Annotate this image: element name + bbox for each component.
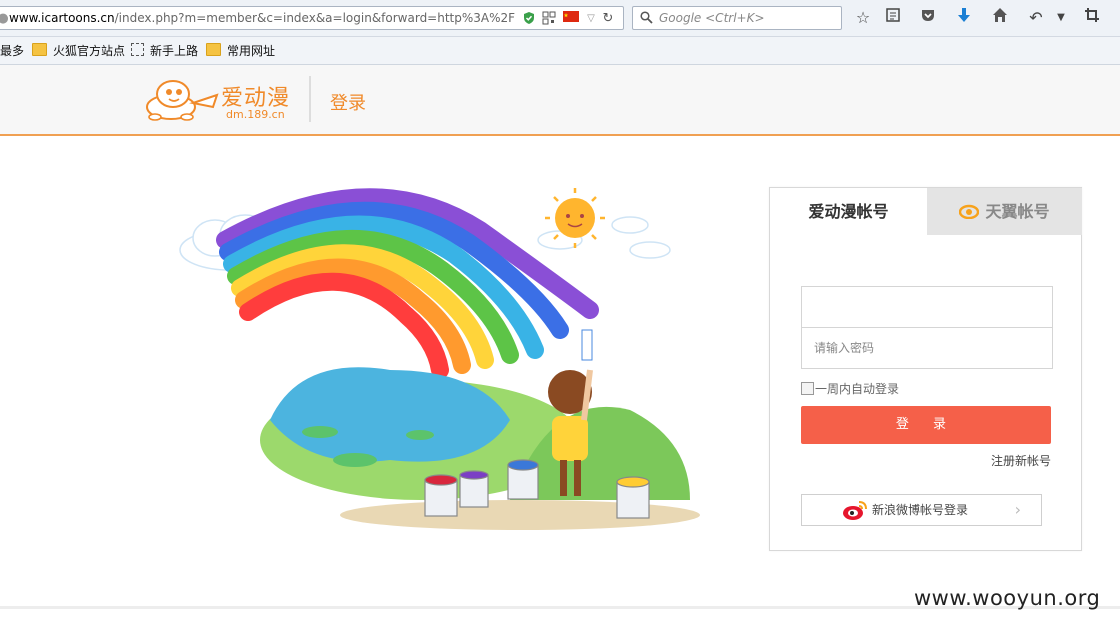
remember-checkbox[interactable] [801,382,814,395]
bookmark-label: 新手上路 [150,44,199,58]
tab-tianyi-account[interactable]: 天翼帐号 [927,188,1082,235]
password-field[interactable] [801,327,1053,369]
bookmark-most-visited[interactable]: 最多 [0,42,24,60]
weibo-login-label: 新浪微博帐号登录 [872,503,969,517]
site-header: 爱动漫 dm.189.cn 登录 [0,65,1120,136]
bookmark-getting-started[interactable]: 新手上路 [131,42,198,60]
tab-icartoons-account[interactable]: 爱动漫帐号 [770,188,927,235]
rainbow-illustration [179,188,700,530]
home-icon[interactable] [989,7,1011,29]
url-path: /index.php?m=member&c=index&a=login&forw… [114,11,515,25]
remember-me[interactable]: 一周内自动登录 [801,381,899,397]
bookmark-label: 最多 [0,44,25,58]
folder-icon [32,43,47,56]
header-divider [309,76,311,122]
register-link[interactable]: 注册新帐号 [960,452,1051,469]
china-flag-icon[interactable] [563,11,579,27]
page-title: 登录 [330,93,366,114]
logo-subtitle: dm.189.cn [226,108,285,121]
bookmark-label: 火狐官方站点 [53,44,126,58]
turtle-mascot-icon [146,80,219,121]
tab-label: 天翼帐号 [985,202,1050,221]
folder-icon [206,43,221,56]
search-placeholder: Google <Ctrl+K> [659,11,765,25]
shield-icon[interactable] [521,11,537,27]
tab-label: 爱动漫帐号 [808,202,889,221]
weibo-login-button[interactable]: 新浪微博帐号登录 › [801,494,1042,526]
crop-icon[interactable] [1081,7,1103,29]
site-logo[interactable]: 爱动漫 dm.189.cn [143,75,293,125]
bookmark-firefox-site[interactable]: 火狐官方站点 [32,42,125,60]
search-icon [638,11,654,27]
weibo-icon [843,501,867,520]
bookmark-star-icon[interactable]: ☆ [852,7,874,29]
reading-list-icon[interactable] [882,7,904,29]
bookmark-common-sites[interactable]: 常用网址 [206,42,275,60]
reload-icon[interactable]: ↻ [600,11,616,27]
login-panel: 爱动漫帐号 天翼帐号 一周内自动登录 登 录 注册新帐号 新浪微博帐号登录 › [769,187,1082,551]
url-text[interactable]: www.icartoons.cn/index.php?m=member&c=in… [9,11,515,27]
url-host: www.icartoons.cn [9,11,115,25]
tianyi-logo-icon [959,204,980,219]
pocket-icon[interactable] [917,7,939,29]
login-button[interactable]: 登 录 [801,406,1051,444]
browser-toolbar: ● www.icartoons.cn/index.php?m=member&c=… [0,0,1120,37]
watermark: www.wooyun.org [914,586,1101,610]
undo-icon[interactable]: ↶ [1025,7,1047,29]
chevron-right-icon: › [1014,500,1021,519]
dropdown-arrow-icon[interactable]: ▽ [583,11,599,27]
download-icon[interactable] [953,7,975,29]
qrcode-icon[interactable] [541,11,557,27]
username-field[interactable] [801,286,1053,328]
search-bar[interactable]: Google <Ctrl+K> [632,6,842,30]
bookmark-label: 常用网址 [227,44,276,58]
dashed-box-icon [131,43,144,56]
dropdown-icon[interactable]: ▼ [1050,7,1072,29]
bookmarks-toolbar: 最多 火狐官方站点 新手上路 常用网址 [0,37,1120,65]
url-bar[interactable]: ● www.icartoons.cn/index.php?m=member&c=… [0,6,624,30]
remember-label: 一周内自动登录 [815,382,900,396]
